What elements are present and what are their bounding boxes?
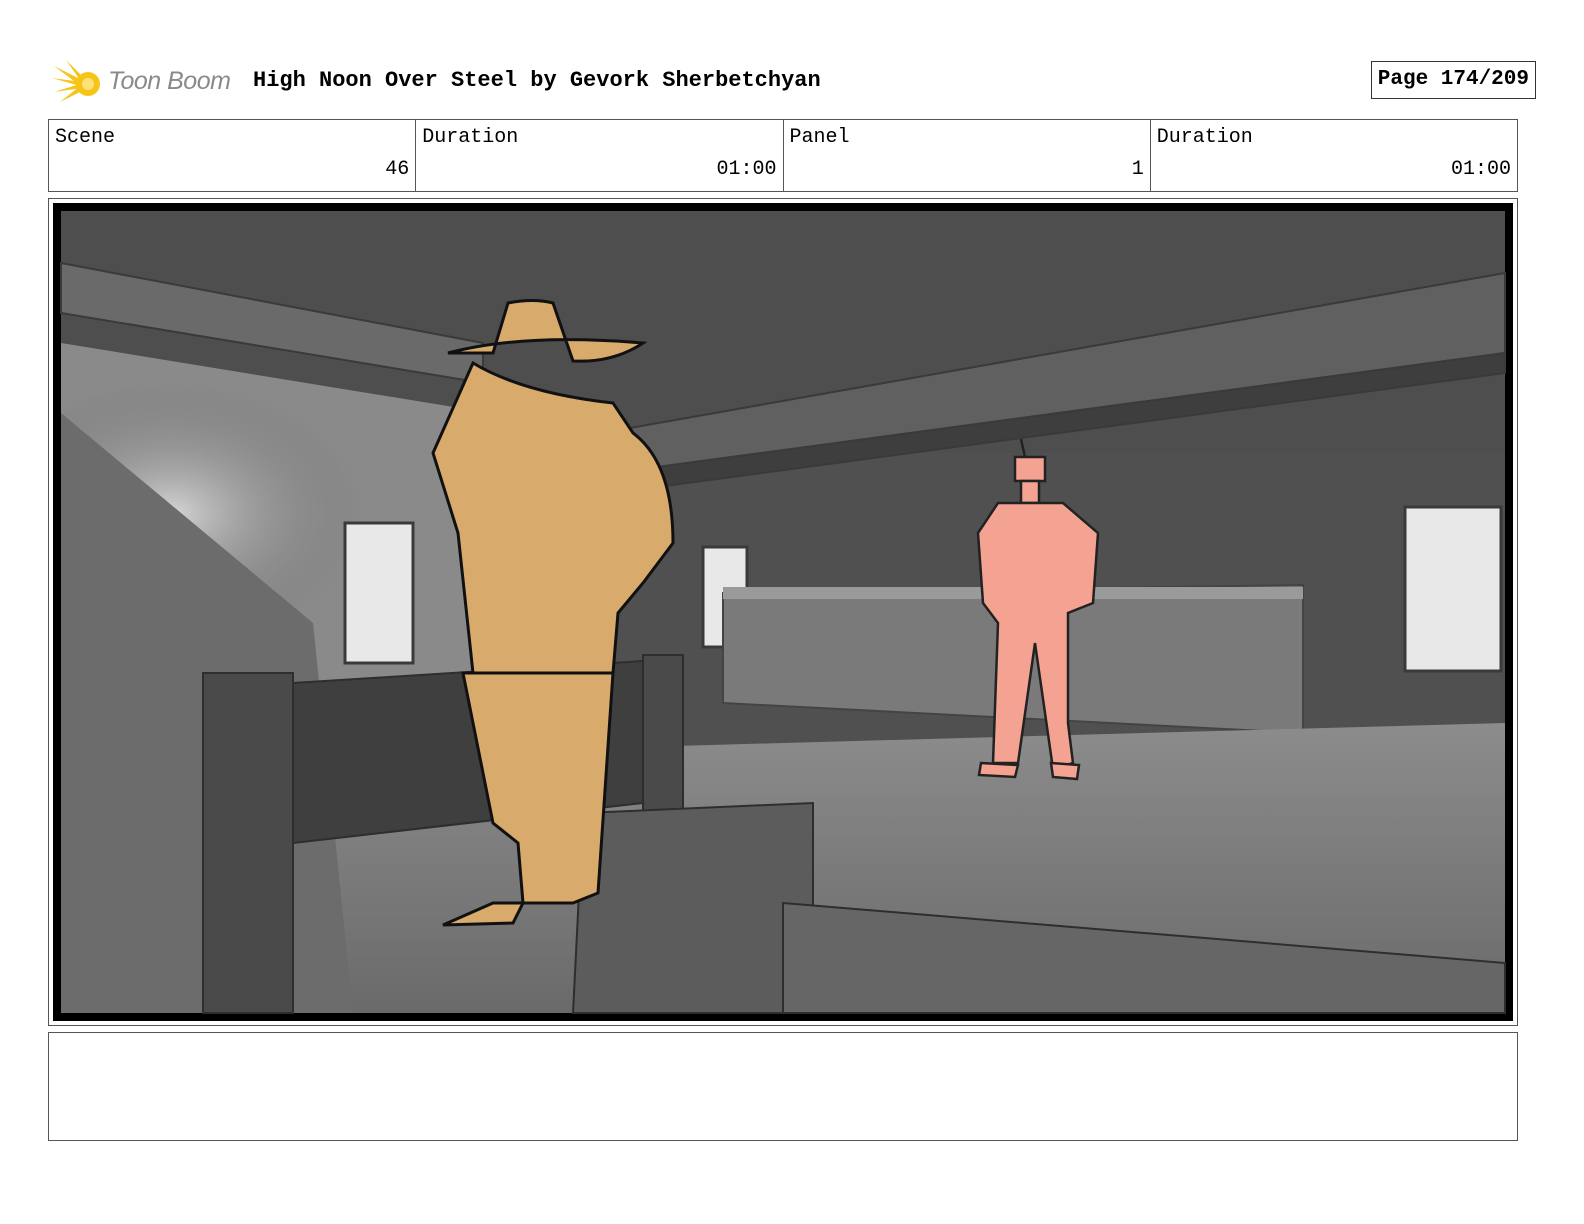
page-number: Page 174/209: [1370, 61, 1536, 99]
scene-value: 46: [385, 158, 410, 181]
panel-duration-cell: Duration 01:00: [1151, 120, 1517, 191]
scene-cell: Scene 46: [49, 120, 417, 191]
panel-notes-box: [48, 1032, 1518, 1141]
document-title: High Noon Over Steel by Gevork Sherbetch…: [253, 68, 821, 93]
page-header: Toon Boom High Noon Over Steel by Gevork…: [48, 56, 1536, 108]
storyboard-panel: [48, 198, 1518, 1026]
logo-text: Toon Boom: [108, 67, 231, 95]
panel-label: Panel: [789, 126, 850, 149]
panel-duration-value: 01:00: [1450, 158, 1511, 181]
scene-info-bar: Scene 46 Duration 01:00 Panel 1 Duration…: [48, 119, 1518, 192]
toon-boom-logo: Toon Boom: [52, 56, 242, 108]
scene-duration-value: 01:00: [716, 158, 777, 181]
panel-drawing: [53, 203, 1513, 1021]
panel-duration-label: Duration: [1156, 126, 1253, 149]
scene-duration-label: Duration: [422, 126, 519, 149]
panel-value: 1: [1131, 158, 1144, 181]
scene-duration-cell: Duration 01:00: [416, 120, 784, 191]
panel-cell: Panel 1: [784, 120, 1151, 191]
starburst-icon: [52, 60, 100, 102]
scene-label: Scene: [55, 126, 116, 149]
